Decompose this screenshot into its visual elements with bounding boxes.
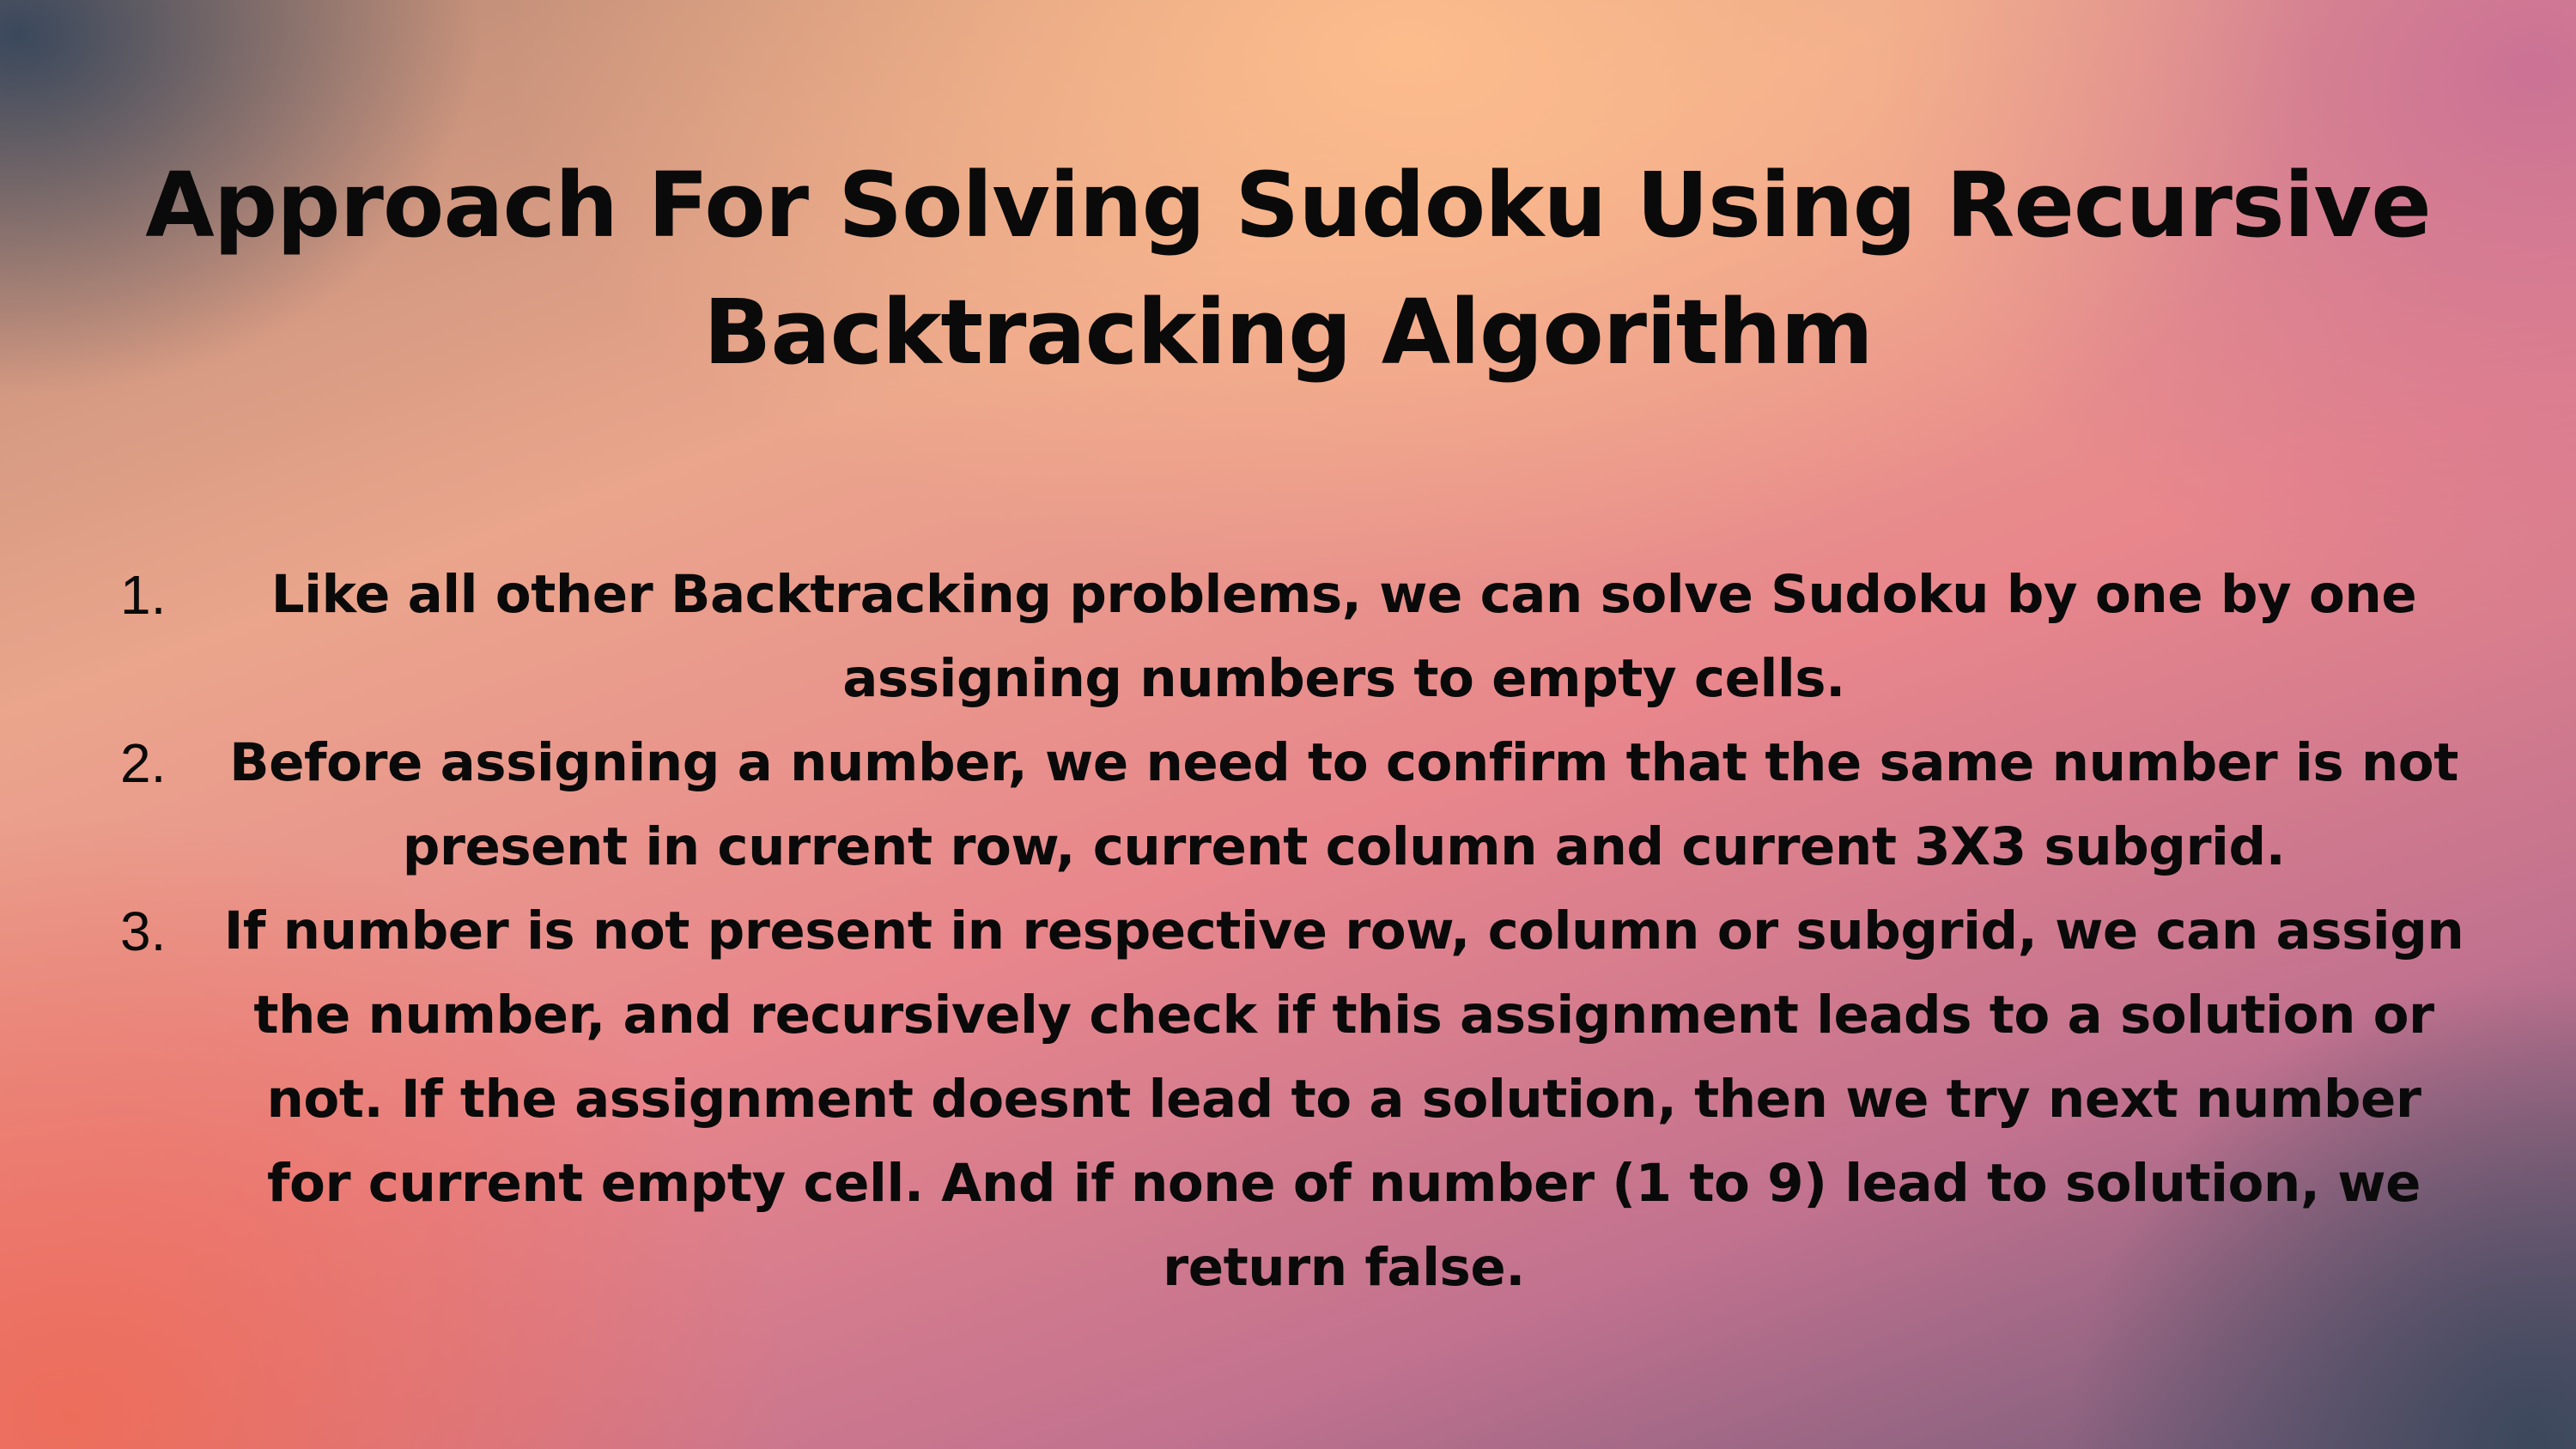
list-item-text: If number is not present in respective r… [223, 900, 2464, 1298]
list-item: 1. Like all other Backtracking problems,… [120, 553, 2490, 721]
list-item: 3. If number is not present in respectiv… [120, 889, 2490, 1310]
slide-background: Approach For Solving Sudoku Using Recurs… [0, 0, 2576, 1449]
list-item-number: 3. [120, 900, 167, 962]
list-item-text: Like all other Backtracking problems, we… [270, 564, 2417, 709]
slide-title: Approach For Solving Sudoku Using Recurs… [145, 153, 2432, 385]
list-item: 2. Before assigning a number, we need to… [120, 721, 2490, 889]
approach-steps-list: 1. Like all other Backtracking problems,… [120, 553, 2490, 1310]
list-item-number: 2. [120, 732, 167, 794]
list-item-text: Before assigning a number, we need to co… [229, 732, 2458, 877]
list-item-number: 1. [120, 564, 167, 626]
